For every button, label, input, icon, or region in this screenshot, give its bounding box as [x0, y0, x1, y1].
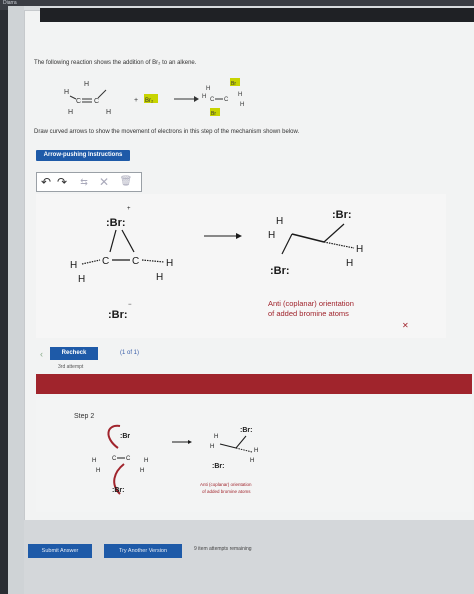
reaction-c-1: C	[76, 98, 81, 105]
product-br-bottom-atom: :Br:	[270, 265, 290, 277]
close-icon[interactable]: ✕	[402, 321, 409, 330]
svg-text:H: H	[214, 434, 218, 440]
h-left-1: H	[70, 260, 77, 271]
h-right-2: H	[156, 272, 163, 283]
h-right-1: H	[166, 258, 173, 269]
svg-text::Br:: :Br:	[240, 427, 252, 434]
svg-text:−: −	[128, 302, 132, 308]
pager[interactable]: (1 of 1)	[120, 350, 139, 356]
step2-drawing: :Br :Br: H H C C H H H H H H :Br: :Br: A…	[92, 424, 258, 495]
step2-br-bottom: :Br:	[112, 487, 124, 494]
reaction-h-4: H	[106, 109, 111, 116]
svg-text:H: H	[140, 468, 144, 474]
mechanism-drawing: :Br: :Br: − + H H C C H H H H H H :Br: :…	[70, 206, 363, 321]
reagent-br2: Br₂	[145, 98, 154, 104]
svg-text:H: H	[202, 94, 206, 100]
chevron-left-icon[interactable]: ‹	[40, 349, 43, 359]
trash-icon[interactable]: 🗑	[119, 175, 133, 189]
svg-text:H: H	[268, 230, 275, 241]
carbon-left: C	[102, 256, 109, 267]
reaction-c-2: C	[94, 98, 99, 105]
svg-text:C: C	[112, 456, 117, 462]
arrow-pushing-instructions-button[interactable]: Arrow-pushing Instructions	[36, 150, 130, 161]
svg-text:H: H	[144, 458, 148, 464]
svg-text:C: C	[224, 97, 229, 103]
reaction-h-1: H	[64, 89, 69, 96]
svg-text:H: H	[92, 458, 96, 464]
svg-text:H: H	[254, 448, 258, 454]
svg-text:H: H	[206, 86, 210, 92]
redo-icon[interactable]: ↷	[55, 175, 69, 189]
try-another-version-button[interactable]: Try Another Version	[104, 544, 182, 558]
svg-text:+: +	[127, 206, 131, 212]
header-dark-bar	[40, 8, 474, 22]
left-strip	[8, 6, 24, 594]
svg-text:H: H	[356, 244, 363, 255]
feedback-bar	[36, 374, 472, 394]
question-intro: The following reaction shows the additio…	[34, 60, 197, 66]
carbon-right: C	[132, 256, 139, 267]
svg-text:H: H	[250, 458, 254, 464]
submit-answer-button[interactable]: Submit Answer	[28, 544, 92, 558]
svg-text:H: H	[238, 92, 242, 98]
reaction-h-3: H	[68, 109, 73, 116]
move-icon[interactable]: ⇆	[77, 175, 91, 189]
product-br-top: Br	[231, 81, 236, 87]
undo-icon[interactable]: ↶	[39, 175, 53, 189]
recheck-button[interactable]: Recheck	[50, 347, 98, 360]
svg-text:H: H	[96, 468, 100, 474]
svg-text:H: H	[210, 444, 214, 450]
delete-x-icon[interactable]: ✕	[97, 175, 111, 189]
product-br-bottom: Br	[211, 111, 216, 117]
svg-text:+: +	[134, 97, 138, 104]
svg-text:H: H	[346, 258, 353, 269]
attempt-count: 3rd attempt	[58, 364, 84, 370]
reaction-scheme: H H H H C C + Br₂ Br Br H H C C H H	[64, 78, 244, 117]
reaction-h-2: H	[84, 81, 89, 88]
product-br-top-atom: :Br:	[332, 209, 352, 221]
svg-text:C: C	[210, 97, 215, 103]
svg-text:C: C	[126, 456, 131, 462]
attempts-remaining: 9 item attempts remaining	[194, 546, 252, 552]
h-left-2: H	[78, 274, 85, 285]
svg-text:H: H	[276, 216, 283, 227]
question-instruction: Draw curved arrows to show the movement …	[34, 129, 300, 135]
anti-orientation-note-line1: Anti (coplanar) orientation	[268, 299, 354, 308]
bromonium-br: :Br:	[106, 217, 126, 229]
step2-note-line1: Anti (coplanar) orientation	[200, 482, 252, 487]
step2-br-top: :Br	[120, 433, 130, 440]
step2-note-line2: of added bromine atoms	[202, 489, 251, 494]
svg-text::Br:: :Br:	[212, 463, 224, 470]
anti-orientation-note-line2: of added bromine atoms	[268, 309, 349, 318]
drawing-toolbar: ↶ ↷ ⇆ ✕ 🗑	[36, 172, 142, 192]
bromide-ion: :Br:	[108, 309, 128, 321]
svg-text:H: H	[240, 102, 244, 108]
